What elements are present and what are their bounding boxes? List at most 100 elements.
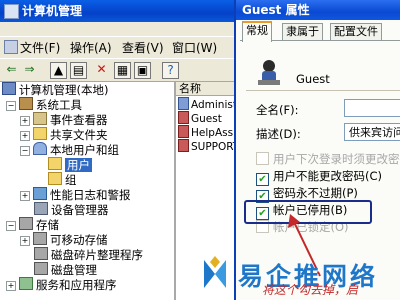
console-tree-icon[interactable]: ▤ [70, 62, 87, 79]
disabled-user-icon [178, 139, 189, 152]
up-folder-icon[interactable]: ▲ [50, 62, 67, 79]
tree-item-label: 组 [65, 173, 77, 187]
menu-action-label: 操作(A) [70, 41, 112, 55]
console-tree: 计算机管理(本地) − 系统工具 + 事件查看器 + 共享文件夹 − 本地用户和组 用户… [0, 82, 176, 300]
tree-item-label: 可移动存储 [50, 233, 108, 247]
tree-item-label-selected: 用户 [65, 158, 92, 172]
list-item[interactable]: HelpAssi [178, 125, 236, 139]
delete-icon[interactable]: ✕ [94, 62, 109, 77]
user-account-icon [258, 60, 280, 85]
toolbar: ⇐ ⇒ ▲ ▤ ✕ ▦ ▣ ? [0, 58, 244, 82]
tree-item-disk-management[interactable]: 磁盘管理 [34, 262, 97, 277]
properties-icon[interactable]: ▦ [114, 62, 131, 79]
menu-view[interactable]: 查看(V) [122, 39, 164, 56]
tree-item-removable-storage[interactable]: + 可移动存储 [20, 232, 108, 247]
computer-management-icon [4, 4, 19, 19]
checkbox-label: 密码永不过期(P) [273, 186, 358, 200]
tree-item-performance-logs[interactable]: + 性能日志和警报 [20, 187, 131, 202]
storage-icon [19, 217, 33, 230]
expand-toggle[interactable]: + [20, 116, 30, 126]
description-field[interactable]: 供来宾访问计算 [344, 123, 400, 141]
list-item[interactable]: Guest [178, 111, 222, 125]
checkbox-must-change-password: 用户下次登录时须更改密码(M) [256, 152, 400, 166]
tree-item-label: 服务和应用程序 [36, 278, 117, 292]
user-icon [178, 97, 189, 110]
folder-icon [48, 172, 62, 185]
collapse-toggle[interactable]: − [6, 101, 16, 111]
computer-icon [2, 82, 16, 95]
tree-item-services-apps[interactable]: + 服务和应用程序 [6, 277, 117, 292]
tree-item-defrag[interactable]: 磁盘碎片整理程序 [34, 247, 143, 262]
username-label: Guest [296, 72, 330, 86]
expand-toggle[interactable]: + [20, 236, 30, 246]
tree-item-device-manager[interactable]: 设备管理器 [34, 202, 109, 217]
event-viewer-icon [33, 112, 47, 125]
collapse-toggle[interactable]: − [6, 221, 16, 231]
disabled-user-icon [178, 125, 189, 138]
tree-item-storage[interactable]: − 存储 [6, 217, 59, 232]
disk-management-icon [34, 262, 48, 275]
tree-item-system-tools[interactable]: − 系统工具 [6, 97, 82, 112]
tab-profile[interactable]: 配置文件 [330, 23, 382, 40]
tree-item-label: 性能日志和警报 [50, 188, 131, 202]
tree-item-label: 共享文件夹 [50, 128, 108, 142]
list-item[interactable]: Administ [178, 97, 237, 111]
defrag-icon [34, 247, 48, 260]
watermark-logo-icon [204, 256, 226, 288]
tree-item-label: 事件查看器 [50, 113, 108, 127]
separator [246, 90, 400, 91]
menu-file[interactable]: 文件(F) [4, 39, 60, 56]
tools-icon [19, 97, 33, 110]
menu-view-label: 查看(V) [122, 41, 164, 55]
mmc-doc-icon [4, 40, 18, 54]
shared-folder-icon [33, 127, 47, 140]
performance-icon [33, 187, 47, 200]
tree-item-label: 系统工具 [36, 98, 82, 112]
tree-item-event-viewer[interactable]: + 事件查看器 [20, 112, 108, 127]
tree-item-local-users-groups[interactable]: − 本地用户和组 [20, 142, 119, 157]
dialog-title-bar[interactable]: Guest 属性 [236, 0, 400, 20]
computer-management-window: 计算机管理 文件(F) 操作(A) 查看(V) 窗口(W) ⇐ ⇒ ▲ ▤ ✕ … [0, 0, 244, 300]
list-item-label: Guest [191, 113, 222, 125]
menu-window[interactable]: 窗口(W) [172, 39, 217, 56]
tab-general[interactable]: 常规 [242, 21, 272, 42]
collapse-toggle[interactable]: − [20, 146, 30, 156]
checkmark-icon[interactable]: ✔ [256, 173, 269, 186]
services-icon [19, 277, 33, 290]
folder-icon [48, 157, 62, 170]
forward-icon[interactable]: ⇒ [22, 62, 37, 77]
checkbox-cannot-change-password[interactable]: ✔ 用户不能更改密码(C) [256, 169, 382, 186]
tree-item-computer-management[interactable]: 计算机管理(本地) [2, 82, 108, 97]
menu-file-label: 文件(F) [20, 41, 61, 55]
menu-window-label: 窗口(W) [172, 41, 218, 55]
title-bar-gap [0, 22, 244, 37]
expand-toggle[interactable]: + [20, 131, 30, 141]
tree-item-groups[interactable]: 组 [48, 172, 77, 187]
tree-item-label: 设备管理器 [51, 203, 109, 217]
checkbox-label: 用户不能更改密码(C) [273, 169, 383, 183]
list-item-label: HelpAssi [191, 127, 236, 139]
fullname-field[interactable] [344, 99, 400, 117]
description-label: 描述(D): [256, 127, 301, 141]
device-manager-icon [34, 202, 48, 215]
tree-item-label: 计算机管理(本地) [19, 83, 109, 97]
menu-action[interactable]: 操作(A) [70, 39, 112, 56]
expand-toggle[interactable]: + [6, 281, 16, 291]
export-icon[interactable]: ▣ [134, 62, 151, 79]
title-bar[interactable]: 计算机管理 [0, 0, 244, 22]
fullname-label: 全名(F): [256, 103, 299, 117]
back-icon[interactable]: ⇐ [4, 62, 19, 77]
help-icon[interactable]: ? [162, 62, 179, 79]
disabled-user-icon [178, 111, 189, 124]
annotation-note: 将这个勾去掉，启 [262, 283, 359, 297]
expand-toggle[interactable]: + [20, 191, 30, 201]
tree-item-users[interactable]: 用户 [48, 157, 92, 172]
menu-bar: 文件(F) 操作(A) 查看(V) 窗口(W) [0, 37, 244, 57]
removable-storage-icon [33, 232, 47, 245]
tree-item-label: 本地用户和组 [50, 143, 119, 157]
users-groups-icon [33, 142, 47, 155]
window-title: 计算机管理 [22, 4, 83, 18]
tab-member-of[interactable]: 隶属于 [282, 23, 323, 40]
tree-item-shared-folders[interactable]: + 共享文件夹 [20, 127, 108, 142]
tree-item-label: 磁盘管理 [51, 263, 97, 277]
